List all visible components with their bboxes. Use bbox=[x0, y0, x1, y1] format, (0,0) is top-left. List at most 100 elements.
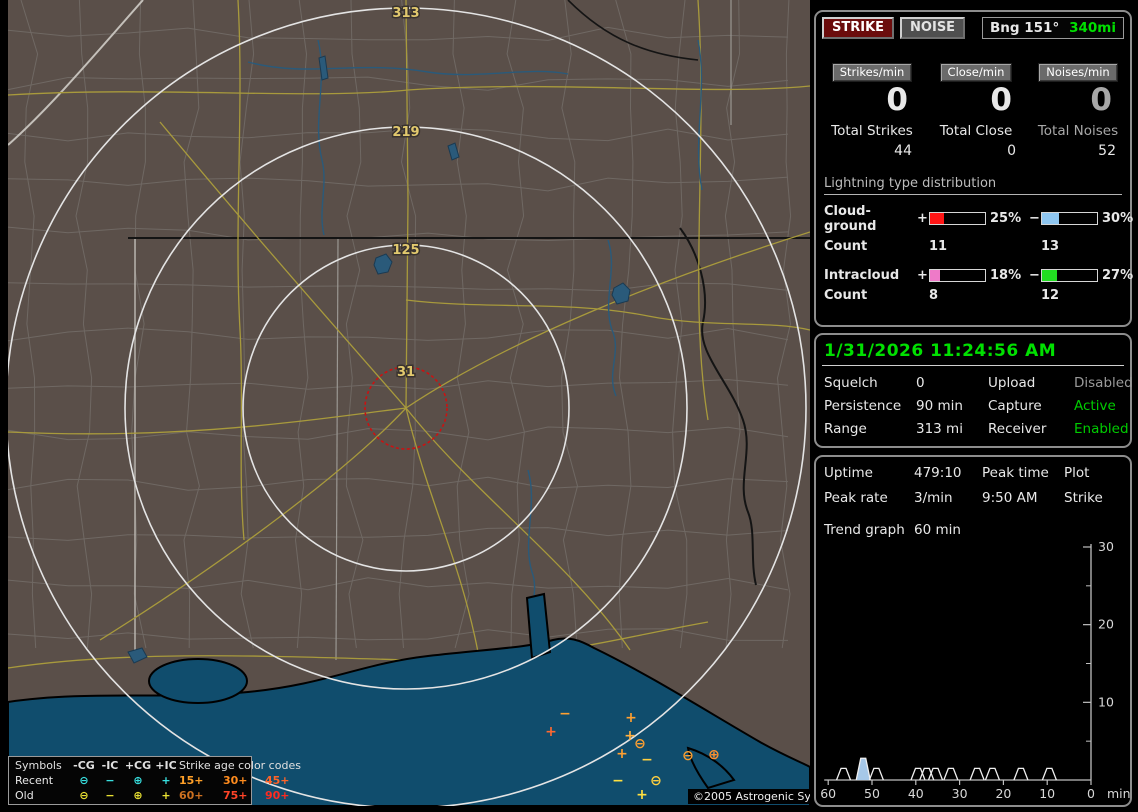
trend-axis-label: 0 bbox=[1087, 786, 1095, 801]
trend-peak bbox=[835, 767, 852, 781]
ic-positive-count: 8 bbox=[929, 287, 939, 303]
total-noises-value: 52 bbox=[1098, 142, 1116, 159]
trend-peak bbox=[868, 767, 884, 781]
strike-legend: Symbols -CG -IC +CG +IC Strike age color code… bbox=[8, 756, 301, 805]
radar-map[interactable]: 313 219 125 31 − + + + ⊖ + − ⊖ ⊕ − ⊖ + Symbols -CG -IC +C… bbox=[8, 0, 810, 806]
trend-axis-label: 30 bbox=[952, 786, 968, 801]
cg-positive-pct: 25% bbox=[990, 211, 1022, 227]
plus-sign: + bbox=[917, 211, 928, 227]
intracloud-row: Intracloud + 18% − 27% bbox=[824, 267, 1133, 283]
cg-positive-count: 11 bbox=[929, 238, 948, 254]
ic-positive-pct: 18% bbox=[990, 267, 1022, 283]
peak-time-value: 9:50 AM bbox=[982, 490, 1038, 506]
ic-positive-bar bbox=[929, 268, 986, 282]
range-label: Range bbox=[824, 421, 867, 437]
strikes-rate-value: 0 bbox=[886, 82, 908, 118]
upload-label: Upload bbox=[988, 375, 1036, 391]
mode-toggle-row: STRIKE NOISE Bng 151° 340mi bbox=[822, 17, 1124, 39]
positive-strike-icon: + bbox=[636, 787, 648, 803]
rate-value-row: 0 0 0 bbox=[820, 82, 1128, 117]
counters-panel: STRIKE NOISE Bng 151° 340mi Strikes/min … bbox=[814, 10, 1133, 327]
rate-header-row: Strikes/min Close/min Noises/min bbox=[820, 63, 1128, 82]
copyright-label: ©2005 Astrogenic Systems bbox=[688, 789, 810, 804]
positive-strike-icon: + bbox=[616, 746, 628, 762]
total-close-value: 0 bbox=[1007, 142, 1016, 159]
total-noises-label: Total Noises bbox=[1037, 122, 1119, 139]
squelch-value: 0 bbox=[916, 375, 925, 391]
nexstorm-window: { "panel": { "strike_button": "STRIKE", … bbox=[0, 0, 1138, 812]
minus-sign: − bbox=[1029, 211, 1040, 227]
legend-age-15: 15+ bbox=[179, 774, 204, 787]
minus-sign: − bbox=[1029, 267, 1040, 283]
legend-symbol-glyph: − bbox=[105, 774, 115, 787]
trend-graph: 60 50 40 30 20 10 0 min 10 20 30 bbox=[820, 539, 1130, 801]
ring-label-313: 313 bbox=[392, 6, 419, 21]
total-close-label: Total Close bbox=[939, 122, 1013, 139]
receiver-label: Receiver bbox=[988, 421, 1047, 437]
datetime-display: 1/31/2026 11:24:56 AM bbox=[824, 341, 1057, 361]
squelch-label: Squelch bbox=[824, 375, 878, 391]
total-strikes-value: 44 bbox=[894, 142, 912, 159]
stats-grid: Uptime 479:10 Peak time Plot Peak rate 3… bbox=[824, 465, 1122, 506]
legend-age-60: 60+ bbox=[179, 789, 204, 802]
persistence-value: 90 min bbox=[916, 398, 963, 414]
legend-row-label: Recent bbox=[15, 774, 54, 787]
trend-axis-label: min bbox=[1107, 786, 1130, 801]
intracloud-count-row: Count 8 12 bbox=[824, 288, 1126, 303]
cloud-ground-count-row: Count 11 13 bbox=[824, 239, 1126, 254]
noises-rate-value: 0 bbox=[1090, 82, 1112, 118]
legend-symbol-glyph: ⊖ bbox=[79, 789, 89, 802]
intracloud-label: Intracloud bbox=[824, 267, 900, 283]
legend-age-90: 90+ bbox=[265, 789, 290, 802]
trend-window-value: 60 min bbox=[914, 522, 961, 538]
legend-column-nIC: -IC bbox=[101, 759, 119, 772]
noise-mode-button[interactable]: NOISE bbox=[900, 17, 966, 39]
total-label-row: Total Strikes Total Close Total Noises bbox=[820, 117, 1128, 139]
trend-peak bbox=[855, 757, 871, 781]
plus-sign: + bbox=[917, 267, 928, 283]
legend-column-pIC: +IC bbox=[155, 759, 177, 772]
cg-negative-bar bbox=[1041, 212, 1098, 226]
range-value: 313 mi bbox=[916, 421, 963, 437]
legend-symbol-glyph: − bbox=[105, 789, 115, 802]
trend-peak bbox=[1041, 767, 1057, 781]
cloud-ground-row: Cloud-ground + 25% − 30% bbox=[824, 204, 1133, 234]
negative-strike-icon: − bbox=[612, 773, 624, 789]
legend-column-nCG: -CG bbox=[73, 759, 95, 772]
trend-peak bbox=[943, 767, 959, 781]
plot-value: Strike bbox=[1064, 490, 1103, 506]
negative-cg-strike-icon: ⊖ bbox=[682, 748, 694, 764]
strike-mode-button[interactable]: STRIKE bbox=[822, 17, 895, 39]
negative-cg-strike-icon: ⊖ bbox=[650, 773, 662, 789]
legend-symbol-glyph: + bbox=[161, 774, 171, 787]
count-label: Count bbox=[824, 238, 868, 254]
trend-axis-label: 20 bbox=[1098, 617, 1114, 632]
status-grid: Squelch 0 Upload Disabled Persistence 90… bbox=[824, 375, 1133, 437]
ic-positive-bar-fill bbox=[930, 269, 940, 281]
noises-per-min-button[interactable]: Noises/min bbox=[1038, 63, 1118, 82]
ic-negative-pct: 27% bbox=[1102, 267, 1134, 283]
cg-negative-count: 13 bbox=[1041, 238, 1060, 254]
trend-axis-label: 10 bbox=[1098, 694, 1114, 709]
total-strikes-label: Total Strikes bbox=[831, 122, 913, 139]
bearing-distance: 340mi bbox=[1069, 20, 1116, 36]
trend-peak bbox=[969, 767, 985, 781]
legend-age-75: 75+ bbox=[223, 789, 248, 802]
ic-negative-bar-fill bbox=[1042, 269, 1057, 281]
cg-positive-bar bbox=[929, 212, 986, 226]
total-value-row: 44 0 52 bbox=[820, 139, 1128, 159]
trend-axis-label: 50 bbox=[864, 786, 880, 801]
uptime-value: 479:10 bbox=[914, 465, 962, 481]
positive-cg-strike-icon: ⊕ bbox=[708, 747, 720, 763]
ring-label-219: 219 bbox=[392, 125, 419, 140]
cg-negative-pct: 30% bbox=[1102, 211, 1134, 227]
trend-graph-label: Trend graph bbox=[824, 522, 905, 538]
positive-strike-icon: + bbox=[625, 710, 637, 726]
legend-age-45: 45+ bbox=[265, 774, 290, 787]
strikes-per-min-button[interactable]: Strikes/min bbox=[831, 63, 913, 82]
close-per-min-button[interactable]: Close/min bbox=[939, 63, 1013, 82]
uptime-label: Uptime bbox=[824, 465, 873, 481]
cg-positive-bar-fill bbox=[930, 213, 944, 225]
receiver-status: Enabled bbox=[1074, 421, 1129, 437]
legend-column-pCG: +CG bbox=[124, 759, 152, 772]
